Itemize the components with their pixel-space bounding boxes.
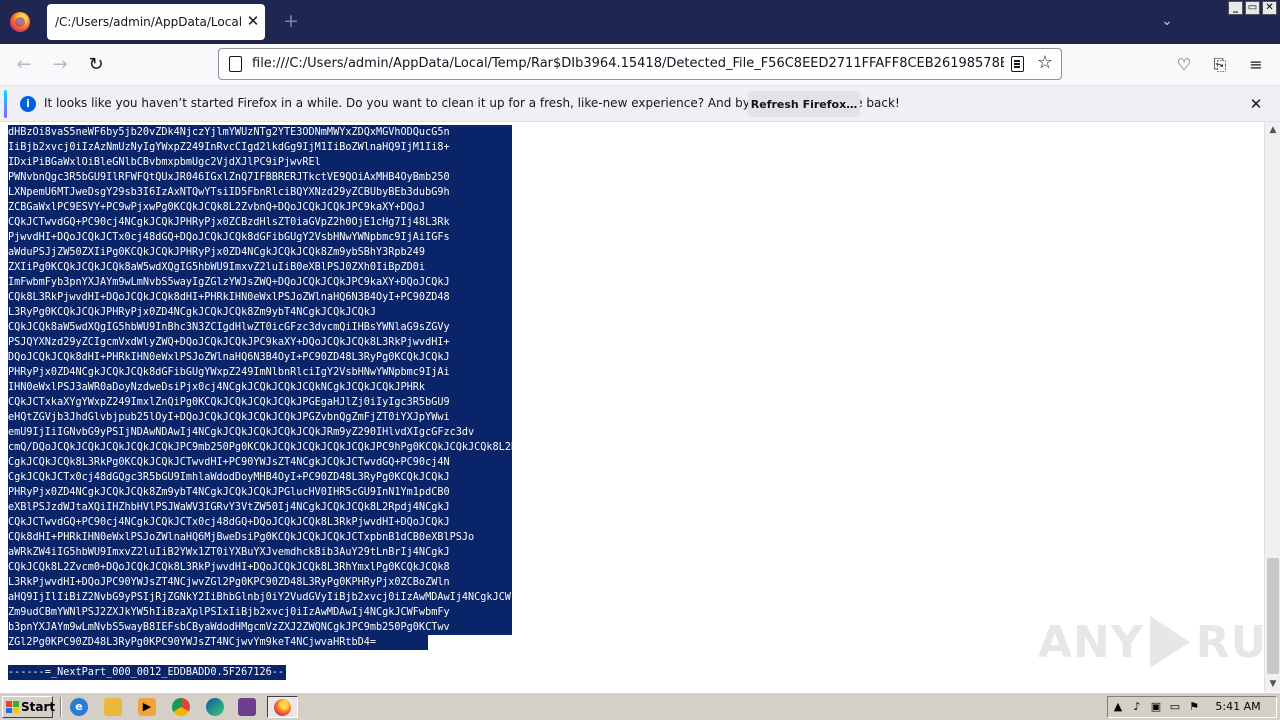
- back-arrow-icon[interactable]: ←: [12, 53, 36, 77]
- scroll-up-arrow-icon[interactable]: ▲: [1265, 124, 1280, 136]
- firefox-taskbar-icon: [274, 699, 291, 716]
- taskbar-firefox-active[interactable]: [267, 696, 298, 718]
- pocket-icon[interactable]: ♡: [1172, 53, 1196, 77]
- start-label: Start: [21, 700, 56, 714]
- reload-icon[interactable]: ↻: [84, 53, 108, 77]
- code-line[interactable]: ImFwbmFyb3pnYXJAYm9wLmNvbS5wayIgZGlzYWJs…: [8, 275, 512, 290]
- page-icon: [229, 56, 242, 72]
- watermark-text-left: ANY: [1038, 616, 1144, 668]
- code-line[interactable]: CQkJCTxkaXYgYWxpZ249ImxlZnQiPg0KCQkJCQkJ…: [8, 395, 512, 410]
- tray-expand-icon[interactable]: ▲: [1111, 700, 1125, 714]
- refresh-firefox-button[interactable]: Refresh Firefox…: [748, 91, 860, 117]
- media-player-icon[interactable]: ▶: [138, 698, 156, 716]
- reader-view-icon[interactable]: [1011, 56, 1024, 72]
- code-line[interactable]: LXNpemU6MTJweDsgY29sb3I6IzAxNTQwYTsiID5F…: [8, 185, 512, 200]
- windows-taskbar: Start e ▶ ▲ ♪ ▣ ▭ ⚑ 5:41 AM: [0, 692, 1280, 720]
- restore-button[interactable]: ▭: [1245, 1, 1260, 15]
- code-line[interactable]: eXBlPSJzdWJtaXQiIHZhbHVlPSJWaWV3IGRvY3Vt…: [8, 500, 512, 515]
- navigation-toolbar: ← → ↻ file:///C:/Users/admin/AppData/Loc…: [0, 44, 1280, 86]
- notification-bar: i It looks like you haven’t started Fire…: [0, 86, 1280, 122]
- code-line[interactable]: emU9IjIiIGNvbG9yPSIjNDAwNDAwIj4NCgkJCQkJ…: [8, 425, 512, 440]
- system-tray: ▲ ♪ ▣ ▭ ⚑ 5:41 AM: [1107, 696, 1277, 718]
- code-line[interactable]: DQoJCQkJCQk8dHI+PHRkIHN0eWxlPSJoZWlnaHQ6…: [8, 350, 512, 365]
- watermark-play-icon: [1149, 616, 1190, 668]
- code-line[interactable]: cmQ/DQoJCQkJCQkJCQkJCQkJCQkJPC9mb250Pg0K…: [8, 440, 512, 455]
- code-line[interactable]: PjwvdHI+DQoJCQkJCTx0cj48dGQ+DQoJCQkJCQk8…: [8, 230, 512, 245]
- firefox-logo-icon[interactable]: [10, 12, 30, 32]
- info-icon: i: [20, 96, 36, 112]
- code-line[interactable]: aWduPSJjZW50ZXIiPg0KCQkJCQkJPHRyPjx0ZD4N…: [8, 245, 512, 260]
- code-line[interactable]: aHQ9IjIlIiBiZ2NvbG9yPSIjRjZGNkY2IiBhbGln…: [8, 590, 512, 605]
- close-window-button[interactable]: ✕: [1262, 1, 1277, 15]
- code-line[interactable]: eHQtZGVjb3JhdGlvbjpub25lOyI+DQoJCQkJCQkJ…: [8, 410, 512, 425]
- file-explorer-icon[interactable]: [104, 698, 122, 716]
- code-line[interactable]: b3pnYXJAYm9wLmNvbS5wayB8IEFsbCByaWdodHMg…: [8, 620, 512, 635]
- firefox-window: /C:/Users/admin/AppData/Local/Temp/R ✕ +…: [0, 0, 1280, 720]
- forward-arrow-icon[interactable]: →: [48, 53, 72, 77]
- internet-explorer-icon[interactable]: e: [70, 698, 88, 716]
- chrome-icon[interactable]: [172, 698, 190, 716]
- code-line[interactable]: IHN0eWxlPSJ3aWR0aDoyNzdweDsiPjx0cj4NCgkJ…: [8, 380, 512, 395]
- window-controls: _ ▭ ✕: [1228, 1, 1277, 16]
- code-line[interactable]: CQkJCQk8L2Zvcm0+DQoJCQkJCQk8L3RkPjwvdHI+…: [8, 560, 512, 575]
- vertical-scrollbar[interactable]: ▲ ▼: [1264, 122, 1280, 692]
- code-line[interactable]: PSJQYXNzd29yZCIgcmVxdWlyZWQ+DQoJCQkJCQkJ…: [8, 335, 512, 350]
- code-line[interactable]: IiBjb2xvcj0iIzAzNmUzNyIgYWxpZ249InRvcCIg…: [8, 140, 512, 155]
- list-all-tabs-chevron-icon[interactable]: ⌄: [1158, 12, 1176, 30]
- page-content[interactable]: dHBzOi8vaS5neWF6by5jb20vZDk4NjczYjlmYWUz…: [0, 122, 1264, 692]
- code-line[interactable]: CgkJCQkJCTx0cj48dGQgc3R5bGU9ImhlaWdodDoy…: [8, 470, 512, 485]
- code-line[interactable]: CQk8dHI+PHRkIHN0eWxlPSJoZWlnaHQ6MjBweDsi…: [8, 530, 512, 545]
- action-center-flag-icon[interactable]: ⚑: [1187, 700, 1201, 714]
- base64-text-block[interactable]: dHBzOi8vaS5neWF6by5jb20vZDk4NjczYjlmYWUz…: [8, 125, 512, 650]
- clock[interactable]: 5:41 AM: [1208, 700, 1268, 713]
- tab-close-icon[interactable]: ✕: [245, 12, 261, 30]
- tab-active[interactable]: /C:/Users/admin/AppData/Local/Temp/R ✕: [47, 4, 265, 40]
- code-line[interactable]: ZCBGaWxlPC9ESVY+PC9wPjxwPg0KCQkJCQk8L2Zv…: [8, 200, 512, 215]
- windows-logo-icon: [6, 701, 19, 713]
- code-line[interactable]: CQkJCQk8aW5wdXQgIG5hbWU9InBhc3N3ZCIgdHlw…: [8, 320, 512, 335]
- notification-close-icon[interactable]: ✕: [1246, 94, 1266, 114]
- code-line[interactable]: L3RyPg0KCQkJCQkJPHRyPjx0ZD4NCgkJCQkJCQk8…: [8, 305, 512, 320]
- scroll-down-arrow-icon[interactable]: ▼: [1265, 678, 1280, 690]
- code-line[interactable]: dHBzOi8vaS5neWF6by5jb20vZDk4NjczYjlmYWUz…: [8, 125, 512, 140]
- code-line[interactable]: CQkJCTwvdGQ+PC90cj4NCgkJCQkJCTx0cj48dGQ+…: [8, 515, 512, 530]
- volume-icon[interactable]: ♪: [1130, 700, 1144, 714]
- code-line[interactable]: PHRyPjx0ZD4NCgkJCQkJCQk8dGFibGUgYWxpZ249…: [8, 365, 512, 380]
- code-line[interactable]: CgkJCQkJCQk8L3RkPg0KCQkJCQkJCTwvdHI+PC90…: [8, 455, 512, 470]
- tab-title: /C:/Users/admin/AppData/Local/Temp/R: [55, 15, 241, 29]
- new-tab-button[interactable]: +: [282, 10, 300, 32]
- extensions-puzzle-icon[interactable]: ⎘: [1208, 53, 1232, 77]
- tab-strip: /C:/Users/admin/AppData/Local/Temp/R ✕ +…: [0, 0, 1280, 44]
- network-icon[interactable]: ▣: [1149, 700, 1163, 714]
- start-button[interactable]: Start: [2, 696, 56, 718]
- code-line[interactable]: Zm9udCBmYWNlPSJ2ZXJkYW5hIiBzaXplPSIxIiBj…: [8, 605, 512, 620]
- scroll-thumb[interactable]: [1267, 558, 1279, 674]
- url-bar[interactable]: file:///C:/Users/admin/AppData/Local/Tem…: [218, 48, 1062, 80]
- code-line[interactable]: ZXIiPg0KCQkJCQkJCQk8aW5wdXQgIG5hbWU9Imxv…: [8, 260, 512, 275]
- code-line[interactable]: CQkJCTwvdGQ+PC90cj4NCgkJCQkJPHRyPjx0ZCBz…: [8, 215, 512, 230]
- notification-message: It looks like you haven’t started Firefo…: [44, 96, 900, 110]
- url-text[interactable]: file:///C:/Users/admin/AppData/Local/Tem…: [252, 56, 1004, 71]
- menu-hamburger-icon[interactable]: ≡: [1244, 53, 1268, 77]
- code-line[interactable]: PWNvbnQgc3R5bGU9IlRFWFQtQUxJR046IGxlZnQ7…: [8, 170, 512, 185]
- display-icon[interactable]: ▭: [1168, 700, 1182, 714]
- code-line[interactable]: CQk8L3RkPjwvdHI+DQoJCQkJCQk8dHI+PHRkIHN0…: [8, 290, 512, 305]
- minimize-button[interactable]: _: [1228, 1, 1243, 15]
- watermark-text-right: RUN: [1195, 616, 1264, 668]
- anyrun-watermark: ANY RUN: [1038, 612, 1264, 672]
- code-line[interactable]: PHRyPjx0ZD4NCgkJCQkJCQk8Zm9ybT4NCgkJCQkJ…: [8, 485, 512, 500]
- code-line[interactable]: ZGl2Pg0KPC90ZD48L3RyPg0KPC90YWJsZT4NCjwv…: [8, 635, 428, 650]
- code-line[interactable]: L3RkPjwvdHI+DQoJPC90YWJsZT4NCjwvZGl2Pg0K…: [8, 575, 512, 590]
- taskbar-separator: [60, 697, 62, 717]
- winrar-icon[interactable]: [238, 698, 256, 716]
- bookmark-star-icon[interactable]: ☆: [1035, 52, 1055, 74]
- edge-icon[interactable]: [206, 698, 224, 716]
- mime-boundary-line[interactable]: ------=_NextPart_000_0012_EDDBADD0.5F267…: [8, 665, 287, 680]
- code-line[interactable]: IDxiPiBGaWxlOiBleGNlbCBvbmxpbmUgc2VjdXJl…: [8, 155, 512, 170]
- code-line[interactable]: aWRkZW4iIG5hbWU9ImxvZ2luIiB2YWx1ZT0iYXBu…: [8, 545, 512, 560]
